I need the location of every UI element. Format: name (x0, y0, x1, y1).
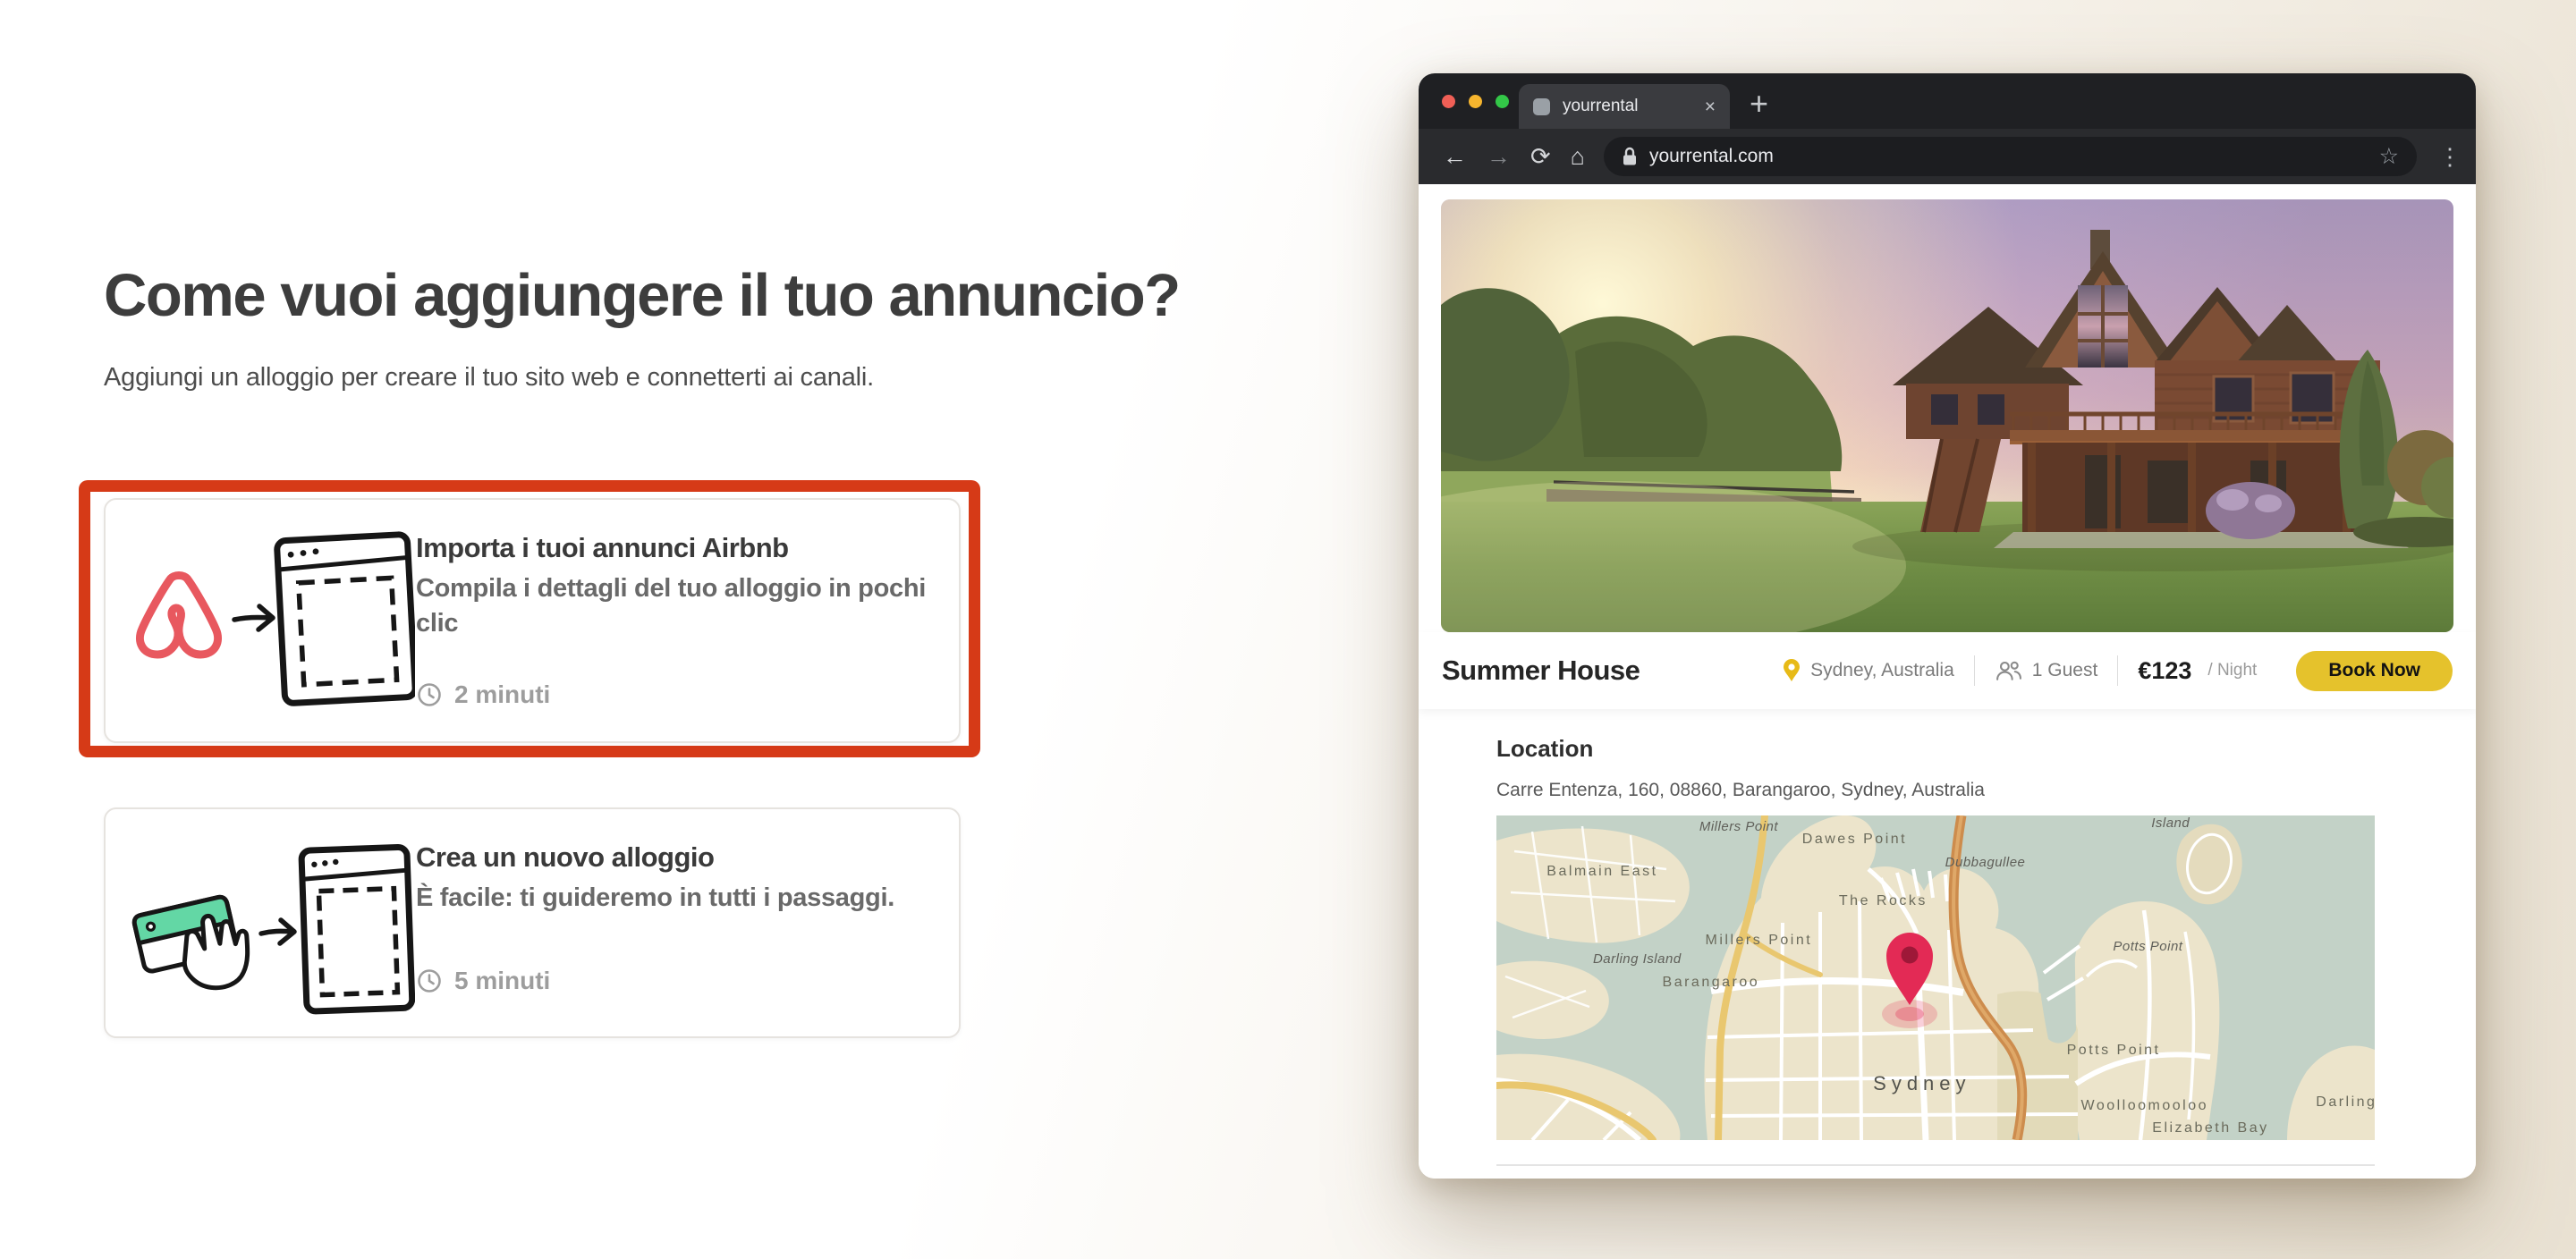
book-now-button[interactable]: Book Now (2296, 651, 2453, 691)
page-subtitle: Aggiungi un alloggio per creare il tuo s… (104, 363, 874, 393)
webpage-content: Summer House Sydney, Australia (1419, 184, 2476, 1179)
listing-guests: 1 Guest (1975, 660, 2118, 682)
option-duration-label: 5 minuti (454, 967, 550, 995)
listing-hero-photo (1441, 199, 2453, 632)
arrow-icon (234, 606, 273, 630)
option-card-import-airbnb[interactable]: Importa i tuoi annunci Airbnb Compila i … (104, 498, 961, 743)
map-label: Dubbagullee (1945, 855, 2026, 870)
tab-title: yourrental (1563, 97, 1705, 116)
option-duration-label: 2 minuti (454, 680, 550, 709)
guests-icon (1995, 660, 2022, 682)
house-illustration (1893, 230, 2409, 548)
tab-favicon (1533, 98, 1550, 115)
map-label: Potts Point (2067, 1043, 2161, 1059)
map-label: The Rocks (1839, 893, 1928, 909)
listing-name: Summer House (1442, 655, 1640, 687)
clock-icon (416, 967, 443, 994)
map-label: Elizabeth Bay (2152, 1120, 2268, 1136)
browser-window: yourrental × + ← → ⟳ ⌂ yourrental.com ☆ … (1419, 73, 2476, 1179)
map-label: Dawes Point (1802, 832, 1907, 848)
address-bar[interactable]: yourrental.com ☆ (1604, 137, 2417, 176)
arrow-icon (261, 920, 294, 943)
listing-header-bar: Summer House Sydney, Australia (1419, 632, 2476, 709)
option-duration: 5 minuti (416, 967, 550, 995)
browser-sketch-icon (301, 847, 412, 1011)
option-title: Importa i tuoi annunci Airbnb (416, 532, 789, 564)
window-controls (1442, 95, 1509, 108)
airbnb-import-illustration-icon (129, 523, 415, 718)
map-label: Potts Point (2113, 939, 2182, 954)
location-section-heading: Location (1496, 735, 1593, 763)
map-label: Woolloomooloo (2081, 1098, 2209, 1114)
location-map[interactable]: Millers Point Dawes Point Dubbagullee Islan… (1496, 815, 2375, 1140)
minimize-window-button[interactable] (1469, 95, 1482, 108)
tab-close-icon[interactable]: × (1705, 97, 1716, 116)
map-label: Millers Point (1699, 819, 1778, 834)
price-unit: / Night (2207, 661, 2257, 680)
map-label: Darling (2316, 1094, 2375, 1111)
option-description: Compila i dettagli del tuo alloggio in p… (416, 571, 953, 641)
location-address: Carre Entenza, 160, 08860, Barangaroo, S… (1496, 780, 1985, 801)
price-value: €123 (2138, 657, 2191, 685)
airbnb-logo-icon (140, 576, 217, 655)
listing-location-label: Sydney, Australia (1810, 660, 1954, 681)
option-title: Crea un nuovo alloggio (416, 841, 714, 874)
back-icon[interactable]: ← (1443, 145, 1467, 169)
lock-icon (1622, 147, 1638, 166)
close-window-button[interactable] (1442, 95, 1455, 108)
browser-menu-icon[interactable]: ⋮ (2438, 143, 2462, 171)
listing-price: €123 / Night (2118, 657, 2276, 685)
clock-icon (416, 681, 443, 708)
reload-icon[interactable]: ⟳ (1530, 145, 1551, 169)
map-label: Barangaroo (1663, 975, 1760, 991)
browser-toolbar: ← → ⟳ ⌂ yourrental.com ☆ ⋮ (1419, 129, 2476, 184)
listing-guests-label: 1 Guest (2032, 660, 2098, 681)
bookmark-star-icon[interactable]: ☆ (2379, 143, 2399, 170)
url-text: yourrental.com (1649, 146, 2379, 167)
forward-icon[interactable]: → (1487, 145, 1511, 169)
map-label: Balmain East (1546, 864, 1657, 880)
listing-meta: Sydney, Australia 1 Guest €123 / Night (1763, 651, 2453, 691)
hero-scene (1441, 199, 2453, 632)
browser-tabstrip: yourrental × + (1419, 73, 2476, 129)
option-description: È facile: ti guideremo in tutti i passag… (416, 881, 953, 916)
location-pin-icon (1783, 659, 1801, 682)
home-icon[interactable]: ⌂ (1571, 145, 1585, 169)
browser-tab[interactable]: yourrental × (1519, 84, 1730, 129)
maximize-window-button[interactable] (1496, 95, 1509, 108)
section-divider (1496, 1164, 2375, 1166)
map-label: Darling Island (1593, 951, 1682, 967)
option-duration: 2 minuti (416, 680, 550, 709)
browser-sketch-icon (276, 534, 415, 703)
new-tab-button[interactable]: + (1750, 88, 1768, 120)
page-title: Come vuoi aggiungere il tuo annuncio? (104, 261, 1180, 330)
map-label: Sydney (1873, 1072, 1970, 1095)
map-label: Island (2151, 815, 2190, 831)
create-new-illustration-icon (129, 832, 415, 1027)
listing-location: Sydney, Australia (1763, 659, 1974, 682)
option-card-create-new[interactable]: Crea un nuovo alloggio È facile: ti guid… (104, 807, 961, 1038)
map-label: Millers Point (1706, 933, 1813, 949)
